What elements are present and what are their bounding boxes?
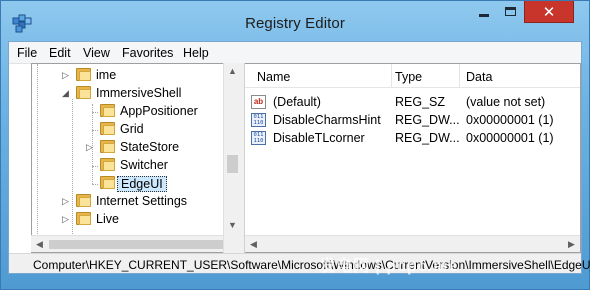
expand-arrow-icon[interactable]: ▷ xyxy=(62,213,71,225)
tree-item-label-selected: EdgeUI xyxy=(117,176,167,192)
value-type: REG_DW... xyxy=(395,131,460,145)
expand-arrow-icon[interactable]: ▷ xyxy=(86,141,95,153)
tree-item-edgeui[interactable]: EdgeUI xyxy=(32,174,246,192)
maximize-icon xyxy=(505,7,516,16)
tree-item-live[interactable]: ▷ Live xyxy=(32,210,246,228)
menu-favorites[interactable]: Favorites xyxy=(122,46,173,60)
tree-vertical-scrollbar[interactable]: ▲ ▼ xyxy=(223,63,241,253)
scroll-thumb[interactable] xyxy=(49,240,223,249)
column-header-name[interactable]: Name xyxy=(257,70,290,84)
expand-arrow-icon[interactable]: ▷ xyxy=(62,69,71,81)
tree-item-label: Grid xyxy=(120,122,144,136)
value-row-default[interactable]: ab (Default) REG_SZ (value not set) xyxy=(245,93,580,111)
tree-item-label: Internet Settings xyxy=(96,194,188,208)
minimize-button[interactable] xyxy=(470,1,497,23)
string-value-icon: ab xyxy=(251,95,266,109)
tree-item-label: StateStore xyxy=(120,140,180,154)
expand-arrow-icon[interactable]: ▷ xyxy=(62,195,71,207)
tree-item-label: ImmersiveShell xyxy=(96,86,182,100)
menu-view[interactable]: View xyxy=(83,46,110,60)
menu-bar: File Edit View Favorites Help xyxy=(9,42,581,64)
folder-open-icon xyxy=(76,86,91,99)
registry-values-list[interactable]: Name Type Data ab (Default) REG_SZ (valu… xyxy=(245,63,581,253)
close-button[interactable]: ✕ xyxy=(524,1,574,23)
tree-item-apppositioner[interactable]: AppPositioner xyxy=(32,102,246,120)
tree-item-ime[interactable]: ▷ ime xyxy=(32,66,246,84)
value-data: 0x00000001 (1) xyxy=(466,131,554,145)
tree-item-immersiveshell[interactable]: ◢ ImmersiveShell xyxy=(32,84,246,102)
tree-item-switcher[interactable]: Switcher xyxy=(32,156,246,174)
folder-icon xyxy=(100,176,115,189)
binary-value-icon: 011 110 xyxy=(251,131,266,145)
client-area: File Edit View Favorites Help ▷ ime ◢ Im… xyxy=(8,41,590,274)
column-header-type[interactable]: Type xyxy=(395,70,422,84)
value-type: REG_DW... xyxy=(395,113,460,127)
value-name: DisableTLcorner xyxy=(273,131,365,145)
tree-item-label: ime xyxy=(96,68,117,82)
folder-icon xyxy=(100,158,115,171)
status-bar: Computer\HKEY_CURRENT_USER\Software\Micr… xyxy=(9,253,590,273)
value-row-disabletlcorner[interactable]: 011 110 DisableTLcorner REG_DW... 0x00000… xyxy=(245,129,580,147)
menu-help[interactable]: Help xyxy=(183,46,209,60)
list-horizontal-scrollbar[interactable]: ◀ ▶ xyxy=(245,235,580,252)
scroll-thumb[interactable] xyxy=(227,155,238,173)
tree-item-label: AppPositioner xyxy=(120,104,198,118)
registry-key-tree[interactable]: ▷ ime ◢ ImmersiveShell AppPositioner Gri… xyxy=(31,63,246,253)
column-divider[interactable] xyxy=(459,64,460,88)
tree-item-grid[interactable]: Grid xyxy=(32,120,246,138)
tree-item-label: Switcher xyxy=(120,158,168,172)
tree-item-label: Live xyxy=(96,212,119,226)
value-data: 0x00000001 (1) xyxy=(466,113,554,127)
watermark-text: 发电网 | pcpc.me xyxy=(319,258,459,275)
menu-file[interactable]: File xyxy=(17,46,37,60)
registry-editor-window: Registry Editor ✕ File Edit View Favorit… xyxy=(0,0,590,290)
value-type: REG_SZ xyxy=(395,95,446,109)
folder-icon xyxy=(76,212,91,225)
tree-item-statestore[interactable]: ▷ StateStore xyxy=(32,138,246,156)
column-header-data[interactable]: Data xyxy=(466,70,492,84)
title-bar[interactable]: Registry Editor ✕ xyxy=(1,1,589,41)
tree-item-internet-settings[interactable]: ▷ Internet Settings xyxy=(32,192,246,210)
value-data: (value not set) xyxy=(466,95,546,109)
folder-icon xyxy=(76,194,91,207)
scroll-up-icon[interactable]: ▲ xyxy=(224,63,241,80)
minimize-icon xyxy=(479,14,489,17)
value-name: (Default) xyxy=(273,95,321,109)
value-row-disablecharmshint[interactable]: 011 110 DisableCharmsHint REG_DW... 0x000… xyxy=(245,111,580,129)
scroll-left-icon[interactable]: ◀ xyxy=(245,236,262,253)
binary-value-icon: 011 110 xyxy=(251,113,266,127)
menu-edit[interactable]: Edit xyxy=(49,46,71,60)
collapse-arrow-icon[interactable]: ◢ xyxy=(62,87,71,99)
column-divider[interactable] xyxy=(391,64,392,88)
scroll-down-icon[interactable]: ▼ xyxy=(224,217,241,234)
scroll-left-icon[interactable]: ◀ xyxy=(31,236,48,253)
list-header: Name Type Data xyxy=(245,64,580,88)
folder-icon xyxy=(76,68,91,81)
status-key-path: Computer\HKEY_CURRENT_USER\Software\Micr… xyxy=(33,258,590,272)
folder-icon xyxy=(100,122,115,135)
value-name: DisableCharmsHint xyxy=(273,113,381,127)
folder-icon xyxy=(100,104,115,117)
close-icon: ✕ xyxy=(542,4,556,21)
tree-horizontal-scrollbar[interactable]: ◀ xyxy=(31,235,223,252)
scroll-right-icon[interactable]: ▶ xyxy=(563,236,580,253)
folder-icon xyxy=(100,140,115,153)
maximize-button[interactable] xyxy=(497,1,524,23)
